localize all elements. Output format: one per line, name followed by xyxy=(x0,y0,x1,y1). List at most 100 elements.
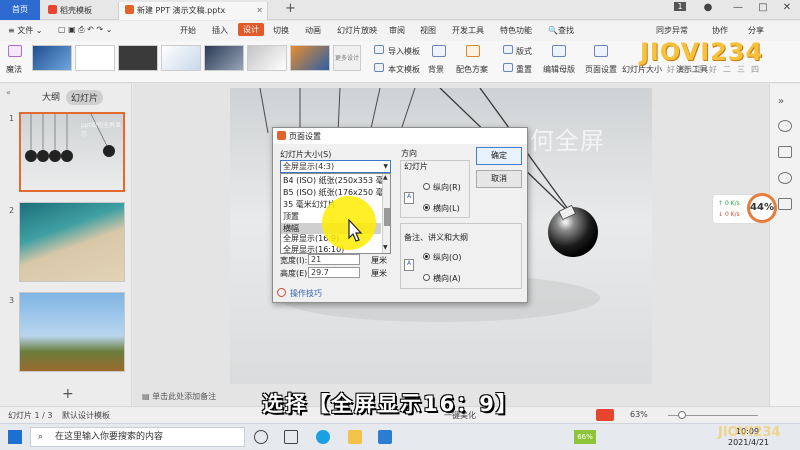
ok-button[interactable]: 确定 xyxy=(476,147,522,165)
portrait-page-icon: A xyxy=(404,259,414,271)
menu-review[interactable]: 审阅 xyxy=(389,25,405,36)
design-template-name[interactable]: 默认设计模板 xyxy=(62,410,110,421)
animation-icon[interactable] xyxy=(778,172,792,184)
tips-link[interactable]: 操作技巧 xyxy=(290,288,322,299)
new-tab-button[interactable]: + xyxy=(285,1,296,16)
docer-icon xyxy=(48,5,57,14)
width-label: 宽度(I): xyxy=(280,256,308,265)
portrait-radio[interactable] xyxy=(423,183,430,190)
slide-size-select[interactable]: 全屏显示(4:3) ▼ xyxy=(280,160,391,173)
scroll-thumb[interactable] xyxy=(384,208,390,226)
notes-landscape-radio[interactable] xyxy=(423,274,430,281)
format-icon[interactable] xyxy=(778,146,792,158)
color-scheme-icon xyxy=(466,45,480,57)
cpu-usage-gauge[interactable]: 44% xyxy=(747,193,777,223)
menu-view[interactable]: 视图 xyxy=(420,25,436,36)
tab-template-label: 稻壳模板 xyxy=(60,6,92,15)
zoom-slider-thumb[interactable] xyxy=(678,411,686,419)
start-icon[interactable] xyxy=(8,430,22,444)
list-option[interactable]: 全屏显示(16:10) xyxy=(281,244,381,253)
battery-indicator[interactable]: 66% xyxy=(574,430,596,444)
design-thumb[interactable] xyxy=(32,45,72,71)
add-slide-button[interactable]: + xyxy=(62,386,74,402)
notes-group-label: 备注、讲义和大纲 xyxy=(404,233,468,242)
design-thumb[interactable] xyxy=(204,45,244,71)
design-thumb[interactable] xyxy=(247,45,287,71)
menu-slideshow[interactable]: 幻灯片放映 xyxy=(337,25,377,36)
background-button[interactable]: 背景 xyxy=(428,64,444,75)
windows-taskbar: ⌕ 在这里输入你要搜索的内容 66% 10:09 2021/4/21 xyxy=(0,423,800,450)
height-label: 高度(E): xyxy=(280,269,310,278)
reset-button[interactable]: 重置 xyxy=(516,64,532,75)
page-setup-button[interactable]: 页面设置 xyxy=(585,64,617,75)
close-window-button[interactable]: ✕ xyxy=(776,2,798,13)
close-tab-icon[interactable]: ✕ xyxy=(256,2,263,20)
notes-portrait-radio[interactable] xyxy=(423,253,430,260)
notes-placeholder[interactable]: ▤ 单击此处添加备注 xyxy=(142,391,216,402)
cancel-button[interactable]: 取消 xyxy=(476,170,522,188)
menu-home[interactable]: 开始 xyxy=(180,25,196,36)
menu-features[interactable]: 特色功能 xyxy=(500,25,532,36)
width-input[interactable]: 21 xyxy=(308,254,360,265)
slide-size-label: 幻灯片大小(S) xyxy=(280,150,332,159)
notes-icon: ▤ xyxy=(142,392,153,401)
file-explorer-icon[interactable] xyxy=(348,430,362,444)
color-scheme-button[interactable]: 配色方案 xyxy=(456,64,488,75)
text-template-button[interactable]: 本文模板 xyxy=(388,64,420,75)
tab-slides[interactable]: 幻灯片 xyxy=(66,90,104,105)
template-icon[interactable] xyxy=(778,198,792,210)
collapse-panel-icon[interactable]: « xyxy=(6,88,11,97)
notes-landscape-label: 横向(A) xyxy=(433,274,461,283)
task-view-icon[interactable] xyxy=(284,430,298,444)
menu-design[interactable]: 设计 xyxy=(238,23,264,36)
wps-icon[interactable] xyxy=(378,430,392,444)
scroll-up-icon[interactable]: ▲ xyxy=(383,174,388,181)
list-option[interactable]: B5 (ISO) 纸张(176x250 毫米) xyxy=(281,187,390,198)
tab-template[interactable]: 稻壳模板 xyxy=(42,2,112,20)
list-option[interactable]: B4 (ISO) 纸张(250x353 毫米) xyxy=(281,175,390,186)
height-input[interactable]: 29.7 xyxy=(308,267,360,278)
design-thumb[interactable] xyxy=(161,45,201,71)
share-button[interactable]: 分享 xyxy=(748,25,764,36)
tab-document[interactable]: 新建 PPT 演示文稿.pptx ✕ xyxy=(118,2,268,20)
avatar-icon[interactable]: ● xyxy=(697,2,719,13)
landscape-page-icon: A xyxy=(404,192,414,204)
magic-icon[interactable] xyxy=(8,45,22,57)
design-thumb[interactable] xyxy=(290,45,330,71)
list-scrollbar[interactable]: ▲ ▼ xyxy=(382,174,390,253)
landscape-radio[interactable] xyxy=(423,204,430,211)
maximize-button[interactable]: □ xyxy=(752,2,774,13)
more-designs-button[interactable]: 更多设计 xyxy=(333,45,361,71)
design-thumb[interactable] xyxy=(75,45,115,71)
height-unit: 厘米 xyxy=(371,269,387,278)
slide-thumbnail-1[interactable]: ppt如何全屏显示 xyxy=(19,112,125,192)
cortana-icon[interactable] xyxy=(254,430,268,444)
settings-icon[interactable] xyxy=(778,120,792,132)
menu-insert[interactable]: 插入 xyxy=(212,25,228,36)
edge-icon[interactable] xyxy=(316,430,330,444)
sync-status[interactable]: 同步异常 xyxy=(656,25,688,36)
search-button[interactable]: 🔍查找 xyxy=(548,25,574,36)
notification-badge[interactable]: 1 xyxy=(674,2,686,11)
slides-panel: « 大纲 幻灯片 1 ppt如何全屏显示 2 3 + xyxy=(0,84,132,406)
layout-button[interactable]: 版式 xyxy=(516,46,532,57)
play-slideshow-button[interactable] xyxy=(596,409,614,421)
taskbar-search-input[interactable]: ⌕ 在这里输入你要搜索的内容 xyxy=(30,427,245,447)
menu-transition[interactable]: 切换 xyxy=(273,25,289,36)
edit-master-button[interactable]: 编辑母版 xyxy=(543,64,575,75)
menu-file[interactable]: ≡ 文件 ⌄ xyxy=(8,25,43,36)
quick-access-icons[interactable]: ▢ ▣ ⎙ ↶ ↷ ⌄ xyxy=(58,25,112,35)
collab-button[interactable]: 协作 xyxy=(712,25,728,36)
menu-animation[interactable]: 动画 xyxy=(305,25,321,36)
menu-developer[interactable]: 开发工具 xyxy=(452,25,484,36)
right-toolbar: » xyxy=(769,84,800,406)
minimize-button[interactable]: — xyxy=(727,2,749,13)
import-template-button[interactable]: 导入模板 xyxy=(388,46,420,57)
scroll-down-icon[interactable]: ▼ xyxy=(383,244,388,251)
expand-icon[interactable]: » xyxy=(778,96,792,108)
slide-thumbnail-2[interactable] xyxy=(19,202,125,282)
tab-outline[interactable]: 大纲 xyxy=(42,90,60,103)
design-thumb[interactable] xyxy=(118,45,158,71)
tab-home[interactable]: 首页 xyxy=(0,0,40,20)
slide-thumbnail-3[interactable] xyxy=(19,292,125,372)
